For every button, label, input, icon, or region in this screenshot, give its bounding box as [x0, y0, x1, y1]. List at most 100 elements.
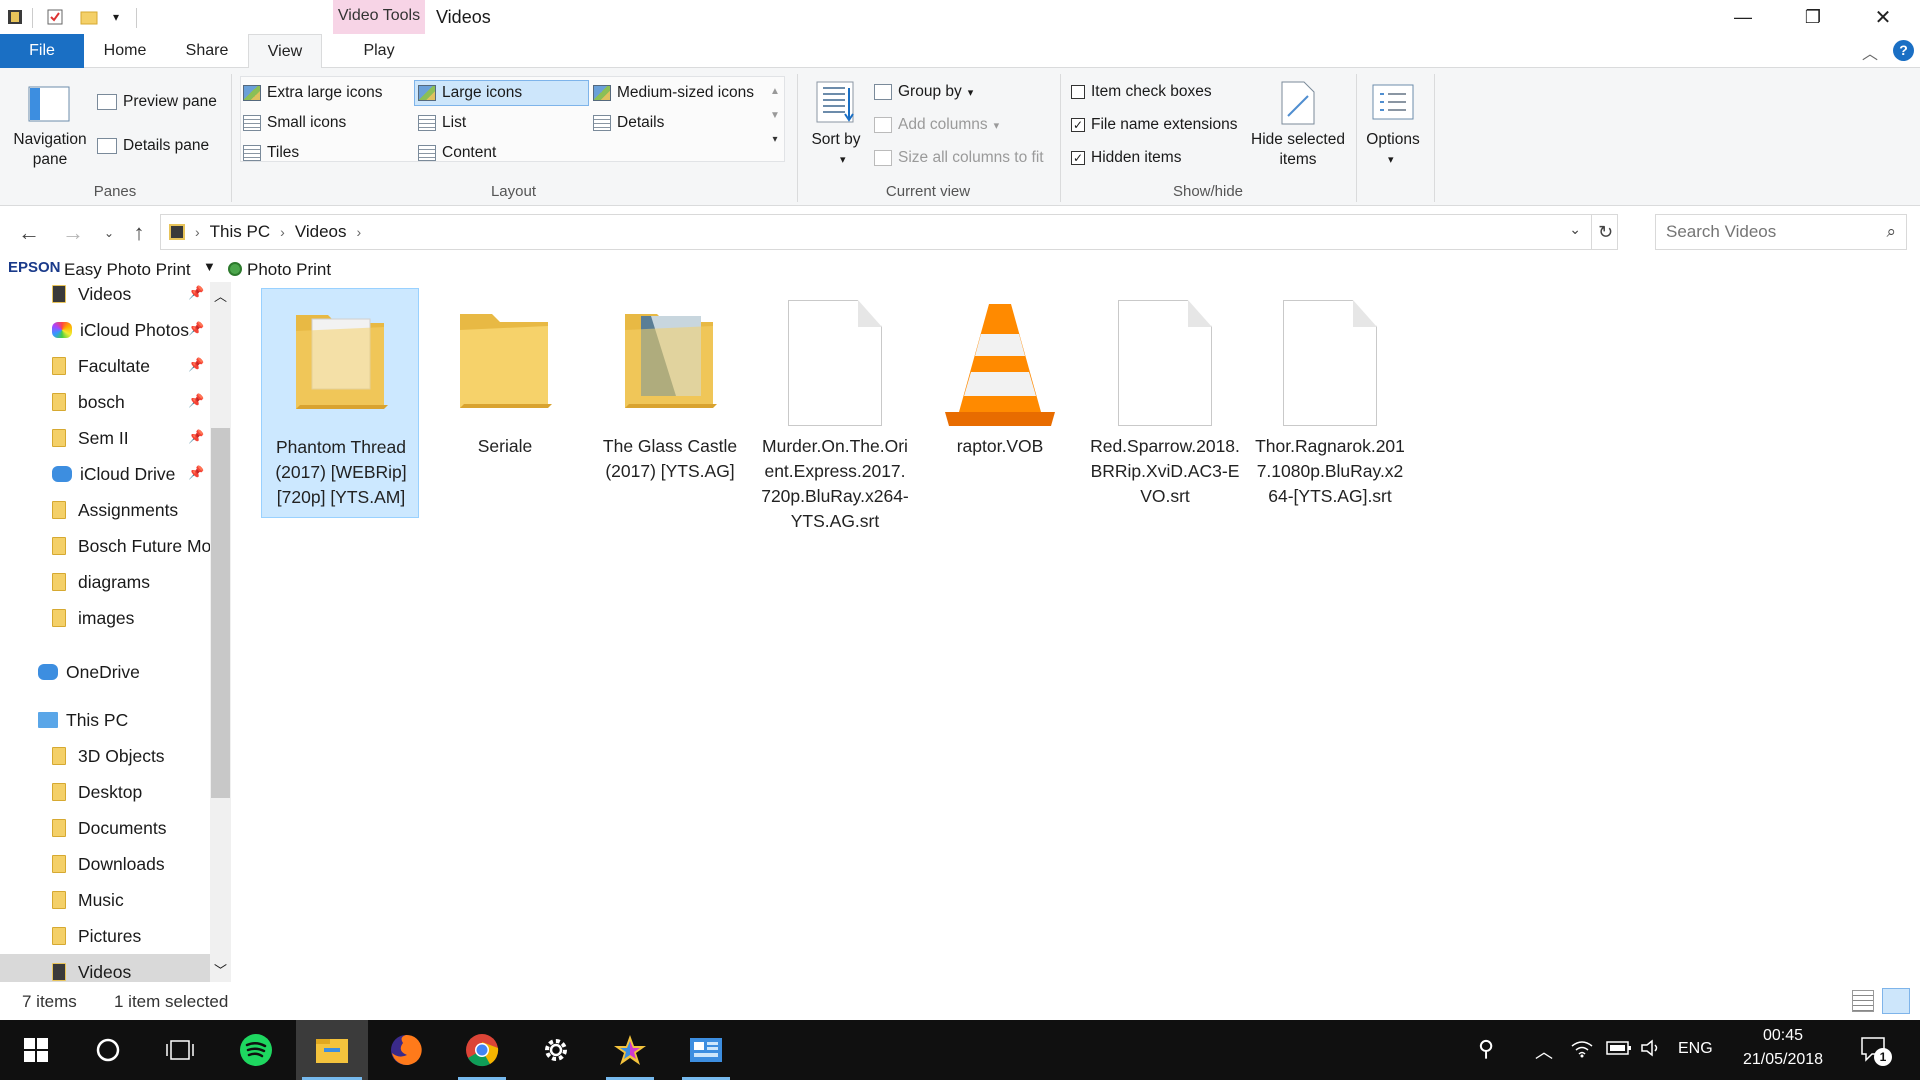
- up-arrow-icon[interactable]: ↑: [124, 218, 154, 248]
- layout-details[interactable]: Details: [593, 111, 664, 135]
- help-icon[interactable]: ?: [1893, 40, 1914, 61]
- file-item[interactable]: Murder.On.The.Orient.Express.2017.720p.B…: [756, 288, 914, 531]
- explorer-app-icon[interactable]: [6, 7, 24, 27]
- layout-medium-icons[interactable]: Medium-sized icons: [593, 81, 754, 105]
- tab-share[interactable]: Share: [174, 34, 240, 68]
- preview-pane-button[interactable]: Preview pane: [97, 90, 217, 114]
- restore-button[interactable]: ❐: [1778, 0, 1848, 34]
- task-view-button[interactable]: [150, 1020, 210, 1080]
- breadcrumb-videos[interactable]: Videos: [295, 222, 347, 242]
- tab-view[interactable]: View: [248, 34, 322, 69]
- layout-extra-large-icons[interactable]: Extra large icons: [243, 81, 382, 105]
- group-by-button[interactable]: Group by ▾: [874, 80, 973, 104]
- pin-icon[interactable]: 📌: [188, 285, 204, 301]
- add-columns-button[interactable]: Add columns ▾: [874, 113, 999, 137]
- sort-by-button[interactable]: [815, 80, 857, 129]
- volume-icon[interactable]: [1640, 1038, 1664, 1063]
- nav-item[interactable]: images: [0, 600, 210, 636]
- layout-gallery-scroll[interactable]: ▲ ▼ ▾: [768, 80, 782, 152]
- navigation-scroll-thumb[interactable]: [211, 428, 230, 798]
- layout-large-icons[interactable]: Large icons: [418, 81, 522, 105]
- file-item[interactable]: The Glass Castle (2017) [YTS.AG]: [591, 288, 749, 518]
- clock-date[interactable]: 21/05/2018: [1733, 1051, 1833, 1069]
- file-name-extensions-toggle[interactable]: ✓ File name extensions: [1071, 113, 1237, 137]
- settings-taskbar-button[interactable]: [526, 1020, 586, 1080]
- nav-item[interactable]: Music: [0, 882, 210, 918]
- pin-icon[interactable]: 📌: [188, 429, 204, 445]
- minimize-button[interactable]: —: [1708, 0, 1778, 34]
- new-folder-icon[interactable]: [80, 7, 98, 27]
- easy-photo-print-label[interactable]: Easy Photo Print: [64, 260, 191, 280]
- hidden-items-toggle[interactable]: ✓ Hidden items: [1071, 146, 1181, 170]
- nav-item[interactable]: OneDrive: [0, 654, 210, 690]
- nav-item[interactable]: Sem II 📌: [0, 420, 210, 456]
- action-center-button[interactable]: 1: [1860, 1034, 1892, 1069]
- search-icon[interactable]: ⌕: [1886, 222, 1896, 242]
- nav-item[interactable]: This PC: [0, 702, 210, 738]
- nav-item[interactable]: iCloud Drive 📌: [0, 456, 210, 492]
- nav-item[interactable]: diagrams: [0, 564, 210, 600]
- hidden-items-checkbox[interactable]: ✓: [1071, 151, 1085, 165]
- chrome-taskbar-button[interactable]: [452, 1020, 512, 1080]
- address-bar[interactable]: › This PC › Videos › ⌄ ↻: [160, 214, 1618, 250]
- firefox-taskbar-button[interactable]: [376, 1020, 436, 1080]
- nav-item[interactable]: bosch 📌: [0, 384, 210, 420]
- close-button[interactable]: ✕: [1848, 0, 1918, 34]
- layout-small-icons[interactable]: Small icons: [243, 111, 346, 135]
- photo-print-button[interactable]: Photo Print: [247, 260, 331, 280]
- nav-item[interactable]: iCloud Photos 📌: [0, 312, 210, 348]
- layout-content[interactable]: Content: [418, 141, 496, 165]
- file-item[interactable]: Red.Sparrow.2018.BRRip.XviD.AC3-EVO.srt: [1086, 288, 1244, 518]
- nav-item[interactable]: Assignments: [0, 492, 210, 528]
- quick-access-dropdown-icon[interactable]: ▾: [107, 7, 125, 27]
- nav-item[interactable]: Videos: [0, 954, 210, 982]
- start-button[interactable]: [6, 1020, 66, 1080]
- search-box[interactable]: ⌕: [1655, 214, 1907, 250]
- nav-item[interactable]: Documents: [0, 810, 210, 846]
- file-item[interactable]: Phantom Thread (2017) [WEBRip] [720p] [Y…: [261, 288, 419, 518]
- nav-item[interactable]: Videos 📌: [0, 282, 210, 312]
- easy-photo-print-dropdown-icon[interactable]: ▼: [203, 259, 216, 274]
- clock-time[interactable]: 00:45: [1733, 1027, 1833, 1045]
- cortana-button[interactable]: [78, 1020, 138, 1080]
- file-item[interactable]: Thor.Ragnarok.2017.1080p.BluRay.x264-[YT…: [1251, 288, 1409, 518]
- item-check-boxes-checkbox[interactable]: [1071, 85, 1085, 99]
- control-panel-taskbar-button[interactable]: [676, 1020, 736, 1080]
- search-input[interactable]: [1666, 222, 1866, 242]
- tab-play[interactable]: Play: [333, 34, 425, 68]
- input-language[interactable]: ENG: [1678, 1040, 1713, 1058]
- tab-file[interactable]: File: [0, 34, 84, 68]
- nav-item[interactable]: Facultate 📌: [0, 348, 210, 384]
- scroll-up-icon[interactable]: ︿: [214, 286, 227, 305]
- options-button[interactable]: [1372, 84, 1414, 125]
- hide-selected-items-button[interactable]: [1278, 80, 1318, 131]
- back-arrow-icon[interactable]: ←: [14, 218, 44, 248]
- star-app-taskbar-button[interactable]: [600, 1020, 660, 1080]
- breadcrumb-this-pc[interactable]: This PC: [210, 222, 270, 242]
- scroll-down-icon[interactable]: ﹀: [214, 960, 227, 979]
- pin-icon[interactable]: 📌: [188, 321, 204, 337]
- spotify-taskbar-button[interactable]: [226, 1020, 286, 1080]
- address-history-dropdown-icon[interactable]: ⌄: [1569, 221, 1581, 238]
- nav-item[interactable]: Desktop: [0, 774, 210, 810]
- pin-icon[interactable]: 📌: [188, 393, 204, 409]
- refresh-icon[interactable]: ↻: [1591, 215, 1619, 249]
- file-name-extensions-checkbox[interactable]: ✓: [1071, 118, 1085, 132]
- size-columns-button[interactable]: Size all columns to fit: [874, 146, 1044, 170]
- layout-tiles[interactable]: Tiles: [243, 141, 299, 165]
- tab-home[interactable]: Home: [92, 34, 158, 68]
- file-item[interactable]: Seriale: [426, 288, 584, 518]
- details-pane-button[interactable]: Details pane: [97, 134, 209, 158]
- nav-item[interactable]: Pictures: [0, 918, 210, 954]
- nav-item[interactable]: 3D Objects: [0, 738, 210, 774]
- pin-icon[interactable]: 📌: [188, 465, 204, 481]
- layout-list[interactable]: List: [418, 111, 466, 135]
- nav-item[interactable]: Downloads: [0, 846, 210, 882]
- file-explorer-taskbar-button[interactable]: [296, 1020, 368, 1080]
- show-hidden-icons-chevron-icon[interactable]: ︿: [1535, 1038, 1553, 1064]
- wifi-icon[interactable]: [1570, 1038, 1594, 1063]
- battery-icon[interactable]: [1606, 1040, 1632, 1061]
- forward-arrow-icon[interactable]: →: [58, 218, 88, 248]
- nav-item[interactable]: Bosch Future Mobility: [0, 528, 210, 564]
- details-view-toggle-icon[interactable]: [1852, 990, 1874, 1012]
